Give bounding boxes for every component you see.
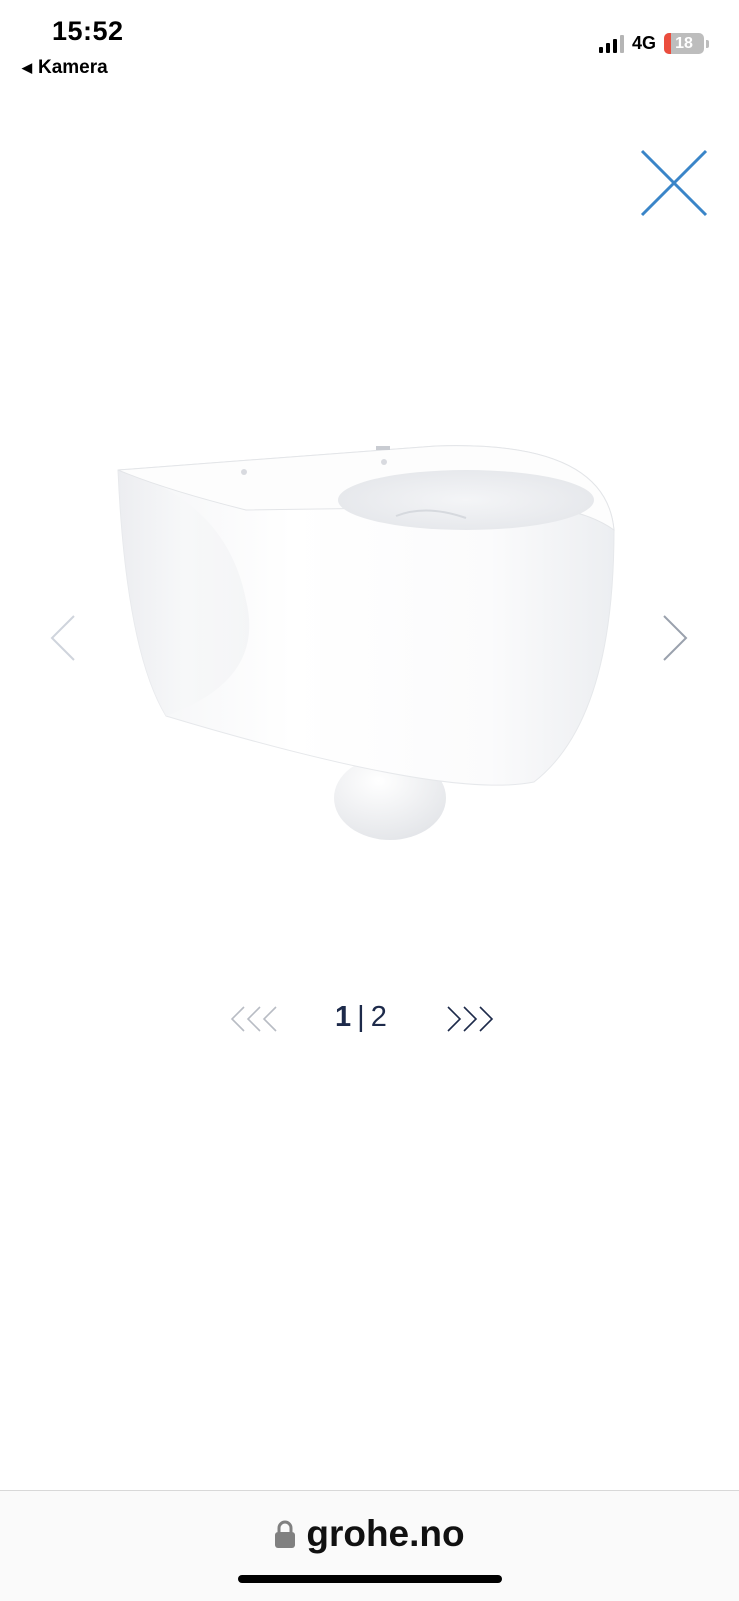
cellular-signal-icon [598,34,624,53]
first-image-button[interactable] [230,1005,290,1033]
page-indicator: 1 | 2 [335,1001,387,1034]
status-indicators: 4G 18 [598,33,709,54]
battery-icon: 18 [664,33,704,54]
browser-bottom-bar: grohe.no [0,1490,739,1601]
back-triangle-icon: ◀ [22,60,32,75]
back-label: Kamera [38,57,108,78]
battery-tip [706,39,709,48]
address-bar[interactable]: grohe.no [0,1513,739,1555]
close-button[interactable] [638,147,710,219]
network-type: 4G [631,33,656,53]
home-indicator[interactable] [238,1575,502,1583]
triple-chevron-left-icon [230,1006,277,1032]
product-image-wall-hung-toilet [66,420,672,860]
gallery-pager: 1 | 2 [0,995,739,1045]
close-icon [640,149,708,217]
total-pages: 2 [370,1001,387,1033]
page-separator: | [357,1001,365,1033]
triple-chevron-right-icon [447,1006,494,1032]
lock-icon [275,1520,296,1548]
battery-level: 18 [675,34,693,52]
back-to-camera-button[interactable]: ◀ Kamera [22,57,108,79]
url-text: grohe.no [306,1513,465,1554]
status-time: 15:52 [52,16,124,46]
last-image-button[interactable] [446,1005,506,1033]
current-page: 1 [335,1001,352,1033]
